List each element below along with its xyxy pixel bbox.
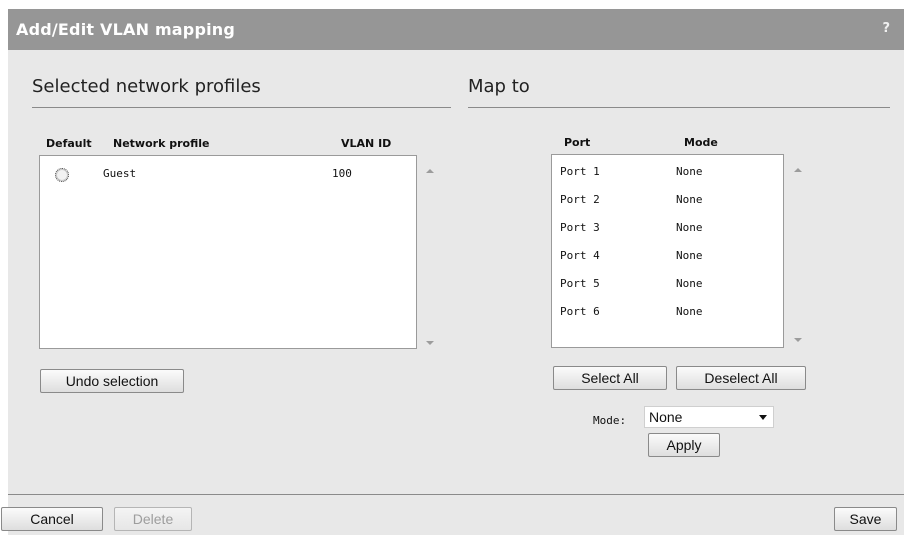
ports-scrollbar[interactable] [790,154,806,348]
mode-select[interactable]: None [644,406,774,428]
port-cell: Port 1 [560,165,600,178]
port-cell: Port 5 [560,277,600,290]
column-header-port: Port [564,136,591,149]
default-radio[interactable] [55,168,69,182]
mode-cell: None [676,165,703,178]
scroll-down-arrow-icon[interactable] [794,338,802,342]
cancel-button[interactable]: Cancel [1,507,103,531]
help-icon[interactable]: ? [882,21,890,36]
column-header-mode: Mode [684,136,718,149]
mode-cell: None [676,249,703,262]
column-header-default: Default [46,137,92,150]
selected-profiles-heading: Selected network profiles [32,76,261,97]
mode-label: Mode: [593,414,627,427]
deselect-all-button[interactable]: Deselect All [676,366,806,390]
column-header-vlan-id: VLAN ID [341,137,392,150]
map-to-heading: Map to [468,76,530,97]
delete-button: Delete [114,507,192,531]
scroll-down-arrow-icon[interactable] [426,341,434,345]
profiles-scrollbar[interactable] [422,155,438,349]
port-cell: Port 6 [560,305,600,318]
mode-select-value: None [649,409,683,425]
chevron-down-icon [759,415,767,420]
network-profile-cell: Guest [103,167,137,180]
dialog-titlebar: Add/Edit VLAN mapping ? [8,9,904,50]
select-all-button[interactable]: Select All [553,366,667,390]
port-cell: Port 4 [560,249,600,262]
port-cell: Port 3 [560,221,600,234]
column-header-network-profile: Network profile [113,137,210,150]
network-profiles-list[interactable]: Guest 100 [39,155,417,349]
footer-divider [8,494,904,495]
scroll-up-arrow-icon[interactable] [794,168,802,172]
scroll-up-arrow-icon[interactable] [426,169,434,173]
port-cell: Port 2 [560,193,600,206]
vlan-mapping-dialog: Add/Edit VLAN mapping ? Selected network… [1,9,904,535]
mode-cell: None [676,193,703,206]
undo-selection-button[interactable]: Undo selection [40,369,184,393]
mode-cell: None [676,305,703,318]
apply-button[interactable]: Apply [648,433,720,457]
left-heading-rule [32,107,451,108]
right-heading-rule [468,107,890,108]
ports-list[interactable]: Port 1 None Port 2 None Port 3 None Port… [551,154,784,348]
vlan-id-cell: 100 [332,167,352,180]
dialog-title: Add/Edit VLAN mapping [16,20,236,39]
save-button[interactable]: Save [834,507,897,531]
mode-cell: None [676,221,703,234]
mode-cell: None [676,277,703,290]
